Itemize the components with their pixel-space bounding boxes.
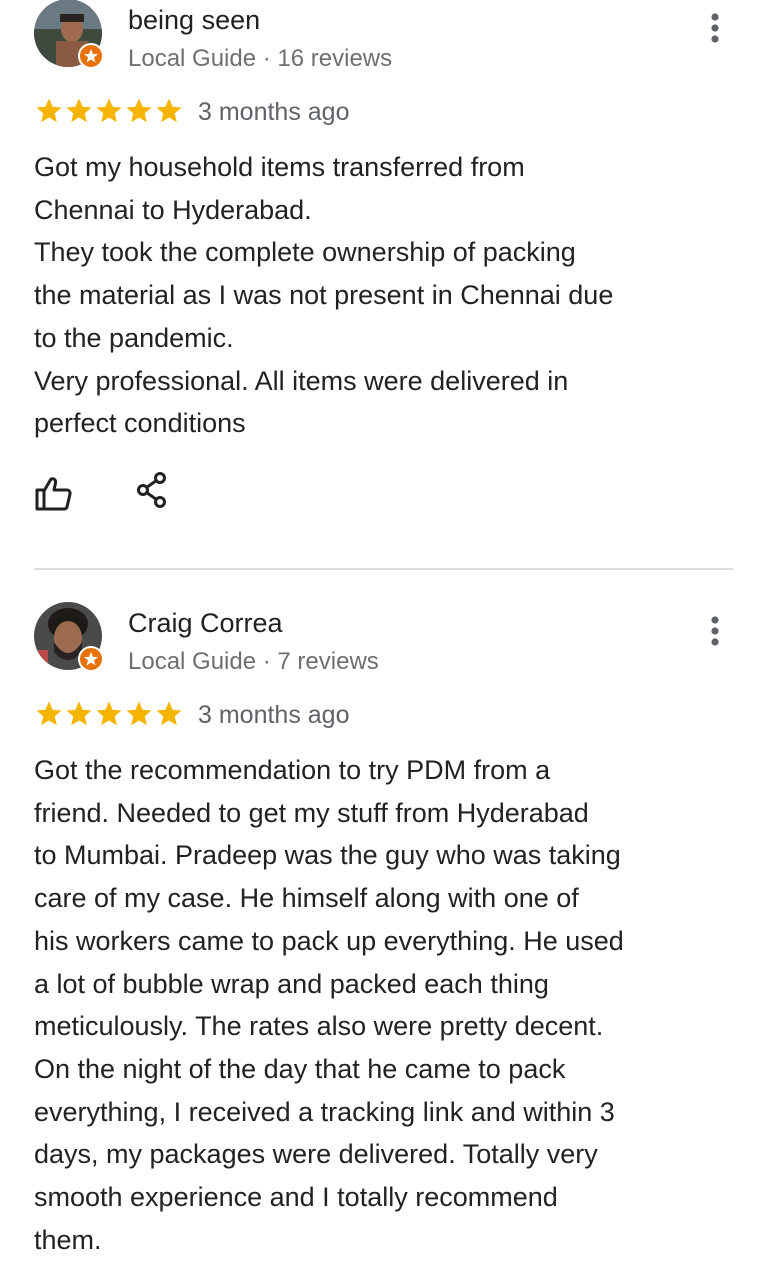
like-button[interactable] [34, 475, 74, 513]
star-icon [34, 699, 64, 729]
local-guide-badge-icon [78, 646, 104, 672]
review-text-line: meticulously. The rates also were pretty… [34, 1011, 604, 1042]
star-icon [94, 699, 124, 729]
author-meta: Local Guide · 16 reviews [128, 45, 393, 72]
star-icon [64, 96, 94, 126]
review-text-line: They took the complete ownership of pack… [34, 237, 576, 268]
star-icon [94, 96, 124, 126]
review-text-line: to the pandemic. [34, 322, 234, 353]
avatar[interactable] [34, 0, 104, 69]
review-text-line: friend. Needed to get my stuff from Hyde… [34, 797, 589, 828]
author-name[interactable]: Craig Correa [128, 606, 283, 640]
star-icon [154, 96, 184, 126]
review-text-line: them. [34, 1224, 102, 1255]
review-text: Got the recommendation to try PDM from a… [34, 749, 724, 1261]
review-text-line: Very professional. All items were delive… [34, 365, 569, 396]
share-button[interactable] [134, 471, 170, 509]
more-vert-icon [711, 13, 719, 43]
star-icon [64, 699, 94, 729]
review-text-line: to Mumbai. Pradeep was the guy who was t… [34, 840, 621, 871]
more-options-button[interactable] [700, 611, 730, 651]
review-date: 3 months ago [198, 701, 350, 729]
review-text: Got my household items transferred from … [34, 146, 724, 445]
star-rating [34, 95, 184, 127]
more-vert-icon [711, 616, 719, 646]
review-text-line: a lot of bubble wrap and packed each thi… [34, 968, 549, 999]
review-text-line: everything, I received a tracking link a… [34, 1096, 615, 1127]
review-text-line: perfect conditions [34, 408, 246, 439]
star-icon [124, 96, 154, 126]
review-text-line: the material as I was not present in Che… [34, 280, 614, 311]
share-icon [137, 472, 166, 508]
review-date: 3 months ago [198, 98, 350, 126]
divider [34, 568, 733, 570]
star-icon [34, 96, 64, 126]
author-meta: Local Guide · 7 reviews [128, 648, 379, 675]
review-text-line: smooth experience and I totally recommen… [34, 1182, 558, 1213]
star-icon [124, 699, 154, 729]
review-text-line: days, my packages were delivered. Totall… [34, 1139, 598, 1170]
avatar[interactable] [34, 602, 104, 672]
star-rating [34, 698, 184, 730]
local-guide-badge-icon [78, 43, 104, 69]
more-options-button[interactable] [700, 8, 730, 48]
review-text-line: On the night of the day that he came to … [34, 1053, 566, 1084]
review-text-line: Got the recommendation to try PDM from a [34, 755, 551, 785]
review-text-line: Chennai to Hyderabad. [34, 194, 312, 225]
author-name[interactable]: being seen [128, 3, 260, 37]
thumb-up-icon [35, 477, 72, 511]
star-icon [154, 699, 184, 729]
review-text-line: his workers came to pack up everything. … [34, 925, 624, 956]
review-text-line: care of my case. He himself along with o… [34, 883, 579, 914]
review-text-line: Got my household items transferred from [34, 152, 525, 182]
